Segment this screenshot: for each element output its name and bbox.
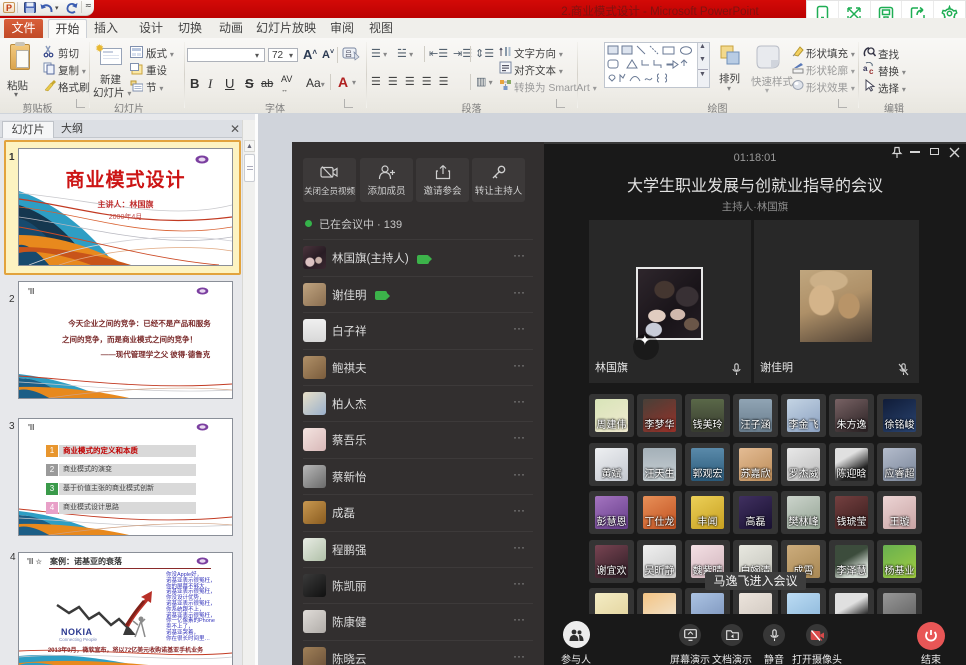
svg-text:a: a	[863, 64, 868, 73]
svg-text:c: c	[869, 67, 874, 75]
svg-text:吕: 吕	[345, 50, 352, 58]
